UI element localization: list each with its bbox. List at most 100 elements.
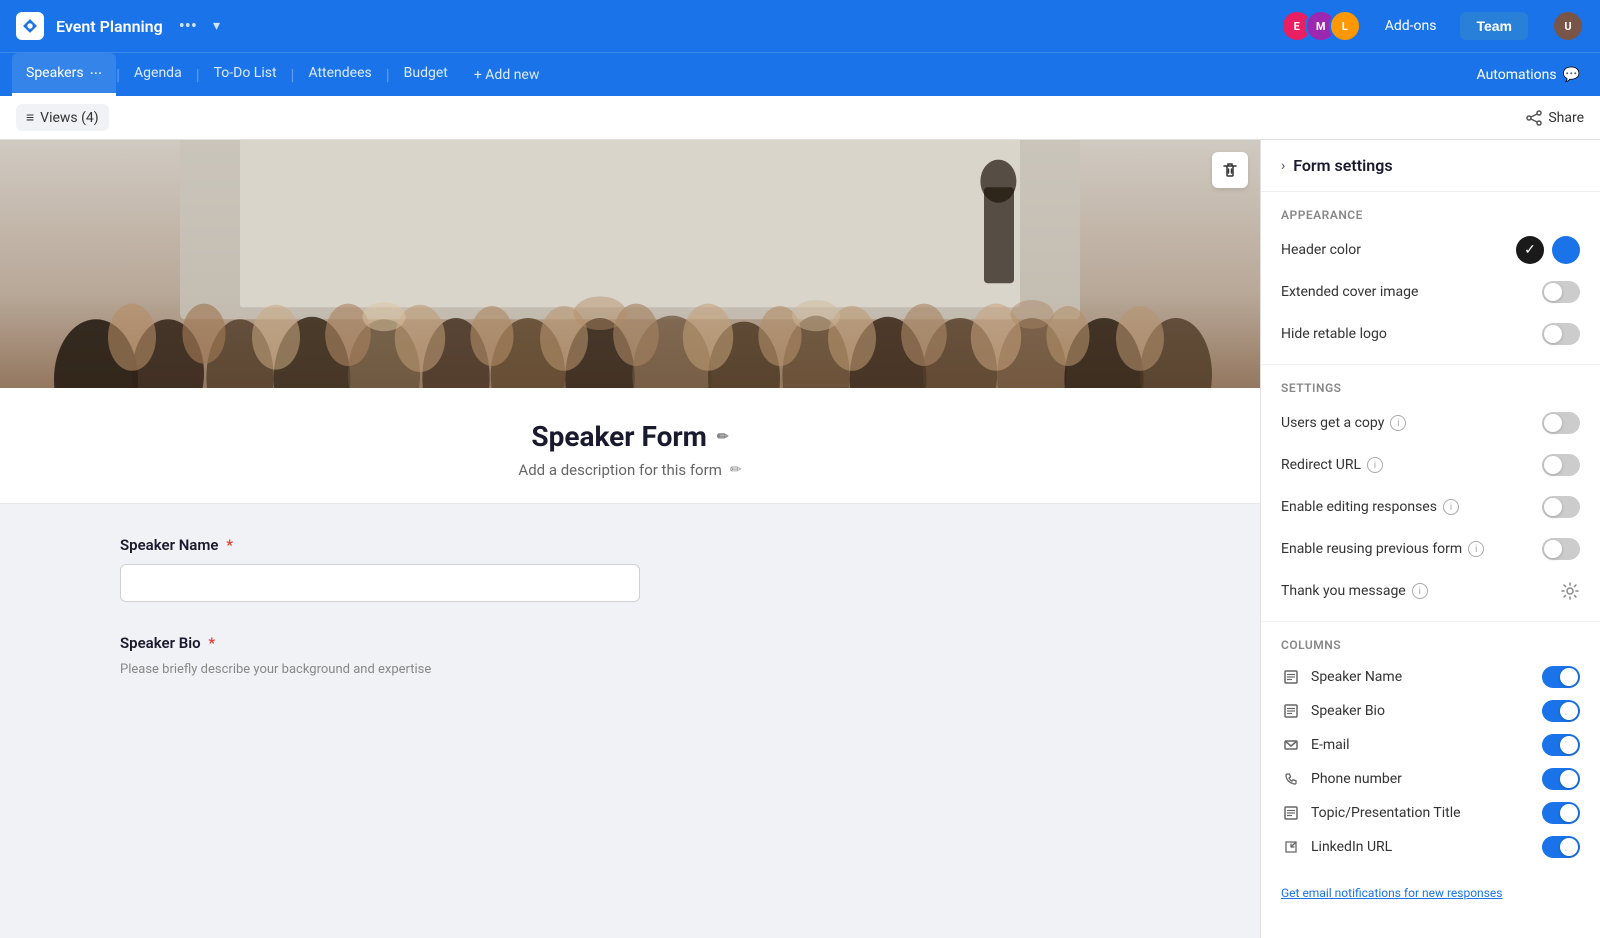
enable-editing-info[interactable]: i: [1443, 499, 1459, 515]
column-row-linkedin: LinkedIn URL: [1281, 836, 1580, 858]
app-logo: [16, 12, 44, 40]
tab-attendees-label: Attendees: [308, 65, 371, 81]
color-black[interactable]: ✓: [1516, 236, 1544, 264]
field-sublabel-bio: Please briefly describe your background …: [120, 662, 1140, 677]
thank-you-gear[interactable]: [1560, 581, 1580, 601]
col-icon-speaker-bio: [1281, 701, 1301, 721]
hide-logo-row: Hide retable logo: [1281, 320, 1580, 348]
users-copy-toggle[interactable]: [1542, 412, 1580, 434]
col-toggle-speaker-name[interactable]: [1542, 666, 1580, 688]
tab-todolist-label: To-Do List: [214, 65, 277, 81]
views-label: Views (4): [40, 110, 99, 126]
form-title-area: Speaker Form ✏ Add a description for thi…: [0, 388, 1260, 504]
col-toggle-topic[interactable]: [1542, 802, 1580, 824]
enable-reusing-label: Enable reusing previous form i: [1281, 541, 1484, 557]
enable-reusing-row: Enable reusing previous form i: [1281, 535, 1580, 563]
tab-budget[interactable]: Budget: [390, 53, 462, 96]
col-toggle-linkedin[interactable]: [1542, 836, 1580, 858]
col-name-linkedin: LinkedIn URL: [1311, 839, 1532, 855]
enable-editing-label: Enable editing responses i: [1281, 499, 1459, 515]
tab-budget-label: Budget: [404, 65, 448, 81]
enable-editing-toggle[interactable]: [1542, 496, 1580, 518]
thank-you-info[interactable]: i: [1412, 583, 1428, 599]
tab-agenda-label: Agenda: [134, 65, 182, 81]
form-fields: Speaker Name * Speaker Bio * Please brie…: [0, 504, 1260, 741]
col-icon-linkedin: [1281, 837, 1301, 857]
redirect-url-toggle[interactable]: [1542, 454, 1580, 476]
edit-title-icon[interactable]: ✏: [717, 429, 729, 445]
app-menu-dots[interactable]: •••: [175, 12, 201, 41]
tab-speakers-label: Speakers: [26, 65, 84, 81]
main-layout: Speaker Form ✏ Add a description for thi…: [0, 140, 1600, 938]
form-description-text: Add a description for this form: [518, 461, 721, 479]
hide-logo-label: Hide retable logo: [1281, 326, 1387, 342]
column-row-topic: Topic/Presentation Title: [1281, 802, 1580, 824]
form-header-image: [0, 140, 1260, 388]
tab-speakers-more[interactable]: ···: [90, 64, 103, 83]
panel-body: Appearance Header color ✓ Extended cover…: [1261, 192, 1600, 938]
views-bar: ≡ Views (4) Share: [0, 96, 1600, 140]
views-icon: ≡: [26, 109, 34, 126]
header-color-label: Header color: [1281, 242, 1361, 258]
addons-button[interactable]: Add-ons: [1385, 18, 1437, 34]
panel-chevron-icon[interactable]: ›: [1281, 158, 1285, 174]
tab-agenda[interactable]: Agenda: [120, 53, 196, 96]
views-button[interactable]: ≡ Views (4): [16, 104, 109, 131]
required-star-bio: *: [208, 634, 215, 652]
automations-button[interactable]: Automations 💬: [1469, 53, 1588, 96]
form-title-row: Speaker Form ✏: [16, 420, 1244, 453]
col-name-speaker-bio: Speaker Bio: [1311, 703, 1532, 719]
share-label: Share: [1548, 110, 1584, 126]
hide-logo-toggle[interactable]: [1542, 323, 1580, 345]
users-copy-row: Users get a copy i: [1281, 409, 1580, 437]
thank-you-row: Thank you message i: [1281, 577, 1580, 605]
tab-bar: Speakers ··· | Agenda | To-Do List | Att…: [0, 52, 1600, 96]
col-toggle-speaker-bio[interactable]: [1542, 700, 1580, 722]
col-toggle-email[interactable]: [1542, 734, 1580, 756]
email-notifications-link[interactable]: Get email notifications for new response…: [1261, 874, 1600, 912]
extended-cover-toggle[interactable]: [1542, 281, 1580, 303]
col-name-phone: Phone number: [1311, 771, 1532, 787]
header-color-row: Header color ✓: [1281, 236, 1580, 264]
users-copy-label: Users get a copy i: [1281, 415, 1406, 431]
redirect-url-info[interactable]: i: [1367, 457, 1383, 473]
col-name-speaker-name: Speaker Name: [1311, 669, 1532, 685]
col-icon-phone: [1281, 769, 1301, 789]
col-toggle-phone[interactable]: [1542, 768, 1580, 790]
field-group-speaker-bio: Speaker Bio * Please briefly describe yo…: [120, 634, 1140, 677]
panel-title: Form settings: [1293, 156, 1392, 175]
columns-section: Columns Speaker Name Speaker Bio: [1261, 622, 1600, 874]
avatar-group: E M L: [1281, 10, 1361, 42]
col-icon-speaker-name: [1281, 667, 1301, 687]
delete-image-button[interactable]: [1212, 152, 1248, 188]
enable-reusing-info[interactable]: i: [1468, 541, 1484, 557]
color-options: ✓: [1516, 236, 1580, 264]
users-copy-info[interactable]: i: [1390, 415, 1406, 431]
tab-speakers[interactable]: Speakers ···: [12, 53, 116, 96]
tab-attendees[interactable]: Attendees: [294, 53, 385, 96]
share-button[interactable]: Share: [1526, 110, 1584, 126]
field-group-speaker-name: Speaker Name *: [120, 536, 1140, 602]
trash-icon: [1221, 161, 1239, 179]
columns-title: Columns: [1281, 638, 1580, 652]
automations-label: Automations: [1477, 67, 1557, 83]
form-title-text: Speaker Form: [531, 420, 707, 453]
enable-reusing-toggle[interactable]: [1542, 538, 1580, 560]
add-new-button[interactable]: + Add new: [462, 53, 552, 96]
avatar-3[interactable]: L: [1329, 10, 1361, 42]
app-chevron[interactable]: ▾: [213, 18, 220, 34]
form-description-row: Add a description for this form ✏: [16, 461, 1244, 479]
col-icon-topic: [1281, 803, 1301, 823]
field-label-speaker-bio: Speaker Bio *: [120, 634, 1140, 652]
right-panel: › Form settings Appearance Header color …: [1260, 140, 1600, 938]
share-icon: [1526, 110, 1542, 126]
speaker-name-input[interactable]: [120, 564, 640, 602]
team-button[interactable]: Team: [1460, 12, 1528, 40]
user-avatar[interactable]: U: [1552, 10, 1584, 42]
color-blue[interactable]: [1552, 236, 1580, 264]
tab-todolist[interactable]: To-Do List: [200, 53, 291, 96]
edit-description-icon[interactable]: ✏: [730, 462, 742, 478]
thank-you-label: Thank you message i: [1281, 583, 1428, 599]
crowd-svg: [0, 140, 1260, 388]
column-row-speaker-bio: Speaker Bio: [1281, 700, 1580, 722]
